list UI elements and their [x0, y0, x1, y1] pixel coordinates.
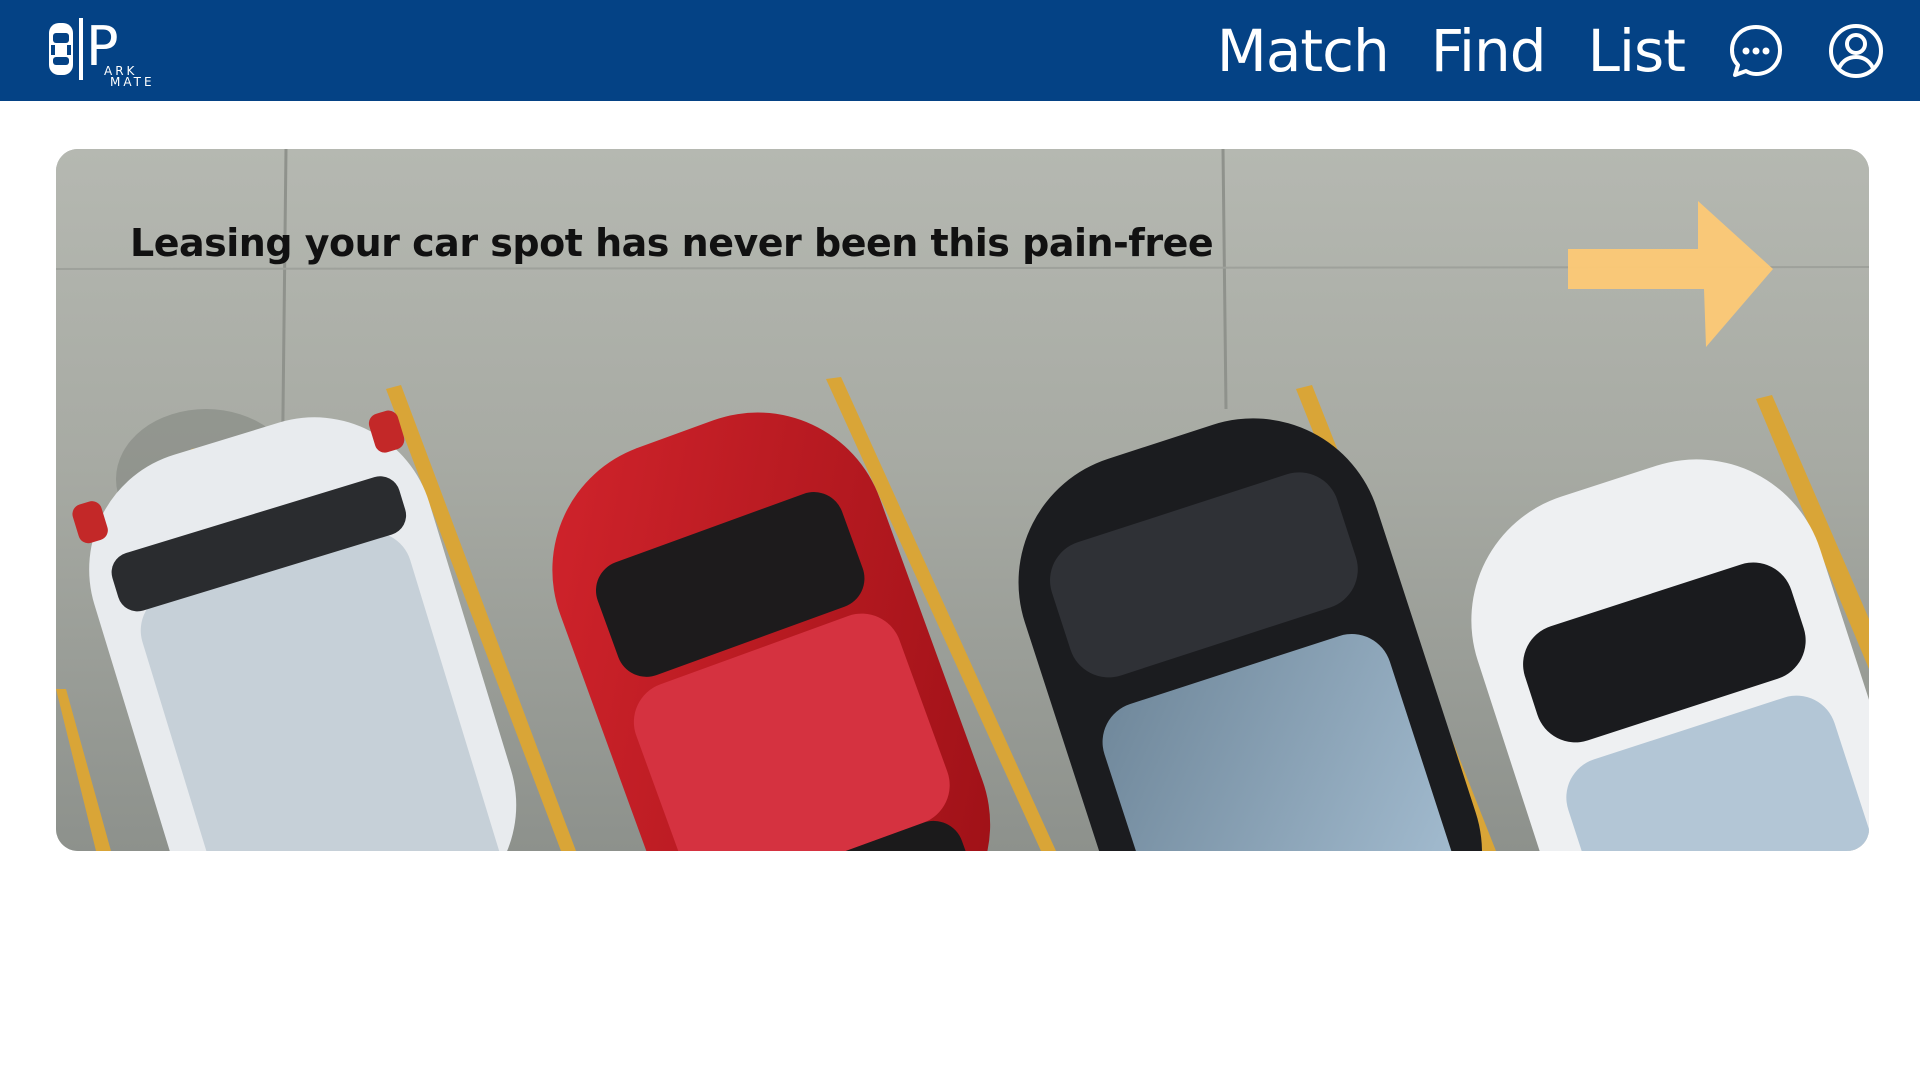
hero-headline: Leasing your car spot has never been thi… [130, 221, 1214, 265]
nav-find-link[interactable]: Find [1431, 22, 1547, 80]
parkmate-logo[interactable]: P ARK MATE [46, 15, 166, 89]
hero-banner: Leasing your car spot has never been thi… [56, 149, 1869, 851]
chat-bubble-icon[interactable] [1727, 22, 1785, 80]
svg-text:MATE: MATE [110, 75, 155, 87]
arrow-right-icon[interactable] [1568, 201, 1773, 347]
parking-car-logo-icon: P ARK MATE [49, 15, 155, 89]
user-circle-icon[interactable] [1827, 22, 1885, 80]
nav-match-link[interactable]: Match [1217, 22, 1390, 80]
top-navbar: P ARK MATE Match Find List [0, 0, 1920, 101]
nav-list-link[interactable]: List [1588, 22, 1686, 80]
nav-links: Match Find List [1217, 0, 1885, 101]
